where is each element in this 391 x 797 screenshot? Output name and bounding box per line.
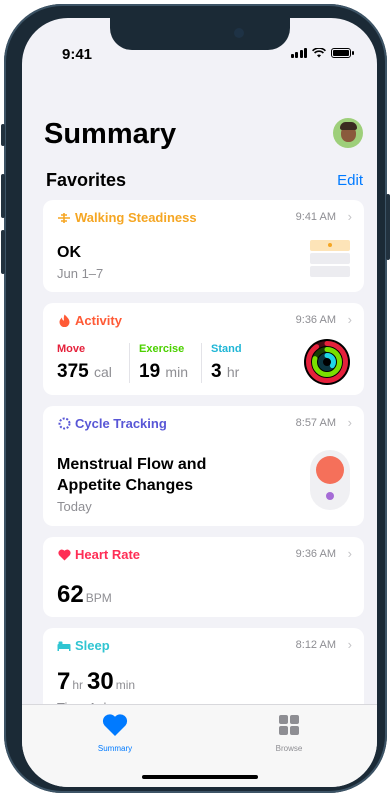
cycle-tracking-line1: Menstrual Flow and	[57, 456, 207, 473]
cycle-log-icon	[310, 450, 350, 510]
cycle-tracking-date: Today	[57, 499, 92, 514]
stand-value: 3	[211, 361, 222, 382]
phone-frame: 9:41 Summary Favorites Edit Walking Stea…	[1, 4, 390, 793]
steadiness-chart-icon	[310, 240, 350, 277]
flame-icon	[57, 314, 71, 328]
activity-card[interactable]: Activity 9:36 AM › Move 375 cal Exercise…	[43, 303, 364, 395]
heart-rate-value: 62	[57, 581, 84, 608]
activity-rings-icon	[304, 339, 350, 385]
tab-summary[interactable]: Summary	[75, 713, 155, 753]
notch	[110, 18, 290, 50]
heart-rate-unit: BPM	[85, 591, 112, 605]
status-icons	[290, 48, 354, 58]
volume-up-button	[1, 174, 5, 218]
cycle-tracking-line2: Appetite Changes	[57, 477, 194, 494]
card-time: 9:36 AM	[295, 314, 336, 326]
walking-steadiness-card[interactable]: Walking Steadiness 9:41 AM › OK Jun 1–7	[43, 200, 364, 292]
chevron-right-icon: ›	[347, 546, 352, 561]
stand-label: Stand	[211, 343, 242, 355]
sleep-minutes-unit: min	[115, 678, 136, 692]
exercise-stat: Exercise 19 min	[139, 343, 188, 383]
sleep-hours-unit: hr	[72, 678, 84, 692]
grid-icon	[279, 715, 299, 735]
chevron-right-icon: ›	[347, 637, 352, 652]
chevron-right-icon: ›	[347, 209, 352, 224]
chevron-right-icon: ›	[347, 415, 352, 430]
exercise-label: Exercise	[139, 343, 185, 355]
avatar[interactable]	[333, 118, 363, 148]
sleep-hours: 7	[57, 668, 71, 695]
card-time: 8:12 AM	[295, 639, 336, 651]
move-label: Move	[57, 343, 86, 355]
activity-title: Activity	[75, 313, 122, 328]
card-time: 9:41 AM	[295, 211, 336, 223]
status-time: 9:41	[62, 46, 93, 63]
tab-browse[interactable]: Browse	[249, 713, 329, 753]
silent-switch	[1, 124, 5, 146]
wifi-icon	[312, 48, 326, 58]
cycle-tracking-card[interactable]: Cycle Tracking 8:57 AM › Menstrual Flow …	[43, 406, 364, 526]
card-time: 9:36 AM	[295, 548, 336, 560]
cellular-signal-icon	[290, 48, 307, 58]
exercise-unit: min	[165, 364, 188, 380]
tab-summary-label: Summary	[97, 744, 133, 753]
cycle-tracking-title: Cycle Tracking	[75, 416, 167, 431]
heart-rate-title: Heart Rate	[75, 547, 141, 562]
battery-icon	[331, 48, 354, 58]
card-time: 8:57 AM	[295, 417, 336, 429]
stand-stat: Stand 3 hr	[211, 343, 242, 383]
tab-bar: Summary Browse	[22, 704, 377, 787]
divider	[201, 343, 202, 383]
heart-icon	[57, 548, 71, 562]
walking-steadiness-date: Jun 1–7	[57, 266, 104, 281]
walking-steadiness-title: Walking Steadiness	[75, 210, 197, 225]
bed-icon	[57, 639, 71, 653]
sleep-minutes: 30	[87, 668, 114, 695]
sleep-title: Sleep	[75, 638, 110, 653]
heart-icon	[102, 714, 128, 736]
screen: 9:41 Summary Favorites Edit Walking Stea…	[22, 18, 377, 787]
volume-down-button	[1, 230, 5, 274]
move-unit: cal	[93, 364, 112, 380]
walking-steadiness-value: OK	[57, 244, 81, 261]
favorites-title: Favorites	[46, 170, 127, 190]
edit-button[interactable]: Edit	[337, 172, 363, 189]
exercise-value: 19	[139, 361, 161, 382]
stand-unit: hr	[226, 364, 240, 380]
front-camera	[234, 28, 244, 38]
heart-rate-card[interactable]: Heart Rate 9:36 AM › 62 BPM	[43, 537, 364, 617]
page-title: Summary	[44, 118, 177, 150]
divider	[129, 343, 130, 383]
move-stat: Move 375 cal	[57, 343, 112, 383]
tab-browse-label: Browse	[275, 744, 303, 753]
power-button	[386, 194, 390, 260]
move-value: 375	[57, 361, 89, 382]
cycle-tracking-icon	[57, 417, 71, 431]
home-indicator[interactable]	[142, 775, 258, 779]
chevron-right-icon: ›	[347, 312, 352, 327]
walking-steadiness-icon	[57, 211, 71, 225]
